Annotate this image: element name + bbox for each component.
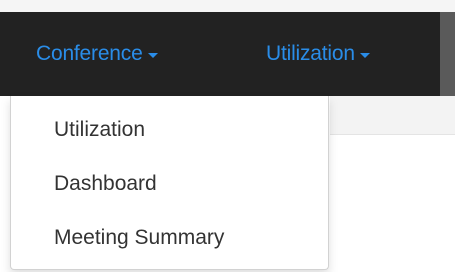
menu-item-dashboard[interactable]: Dashboard [54, 172, 157, 196]
caret-down-icon [359, 52, 370, 58]
menu-item-utilization[interactable]: Utilization [54, 118, 145, 142]
nav-conference-dropdown[interactable]: Conference [36, 12, 158, 96]
navbar-edge [440, 12, 455, 96]
page: Conference Utilization Utilization Dashb… [0, 0, 455, 272]
nav-utilization-dropdown[interactable]: Utilization [266, 12, 370, 96]
caret-down-icon [147, 52, 158, 58]
conference-dropdown-menu: Utilization Dashboard Meeting Summary [10, 96, 329, 270]
menu-item-meeting-summary[interactable]: Meeting Summary [54, 226, 224, 250]
top-strip [0, 0, 455, 12]
nav-conference-label: Conference [36, 42, 143, 65]
nav-utilization-label: Utilization [266, 42, 355, 65]
content-strip [330, 96, 455, 135]
